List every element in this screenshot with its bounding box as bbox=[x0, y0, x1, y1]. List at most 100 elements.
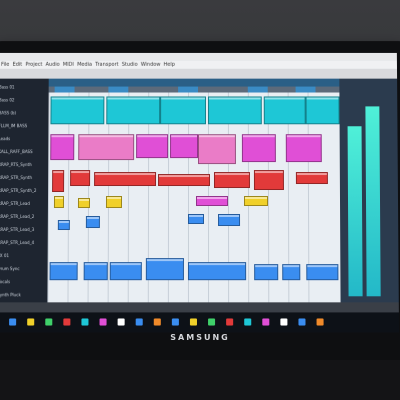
level-meter-left bbox=[347, 126, 363, 297]
taskbar-app-icon[interactable] bbox=[81, 318, 89, 326]
menu-item-transport[interactable]: Transport bbox=[95, 62, 118, 68]
track-name[interactable]: Synth Pluck bbox=[0, 292, 45, 297]
taskbar-app-icon[interactable] bbox=[280, 318, 288, 326]
audio-clip[interactable] bbox=[52, 170, 65, 193]
audio-clip[interactable] bbox=[50, 134, 75, 161]
audio-clip[interactable] bbox=[105, 196, 123, 208]
toolbar bbox=[0, 68, 398, 79]
audio-clip[interactable] bbox=[145, 258, 184, 281]
transport-bar bbox=[0, 302, 399, 313]
menu-item-media[interactable]: Media bbox=[77, 62, 92, 68]
track-name[interactable]: Drum Sync bbox=[0, 266, 46, 271]
track-name[interactable]: RRAP_STR_Lead bbox=[0, 201, 46, 206]
arrangement-area[interactable] bbox=[47, 92, 341, 303]
track-name[interactable]: RRAP_STR_Lead_4 bbox=[0, 240, 46, 245]
taskbar-app-icon[interactable] bbox=[135, 318, 143, 326]
audio-clip[interactable] bbox=[253, 170, 284, 191]
audio-clip[interactable] bbox=[213, 172, 250, 189]
clip-header bbox=[55, 197, 64, 200]
taskbar-app-icon[interactable] bbox=[262, 318, 270, 326]
taskbar-app-icon[interactable] bbox=[9, 318, 17, 326]
audio-clip[interactable] bbox=[85, 216, 100, 229]
audio-clip[interactable] bbox=[282, 264, 301, 281]
clip-header bbox=[283, 265, 300, 268]
audio-clip[interactable] bbox=[187, 262, 247, 281]
audio-clip[interactable] bbox=[195, 196, 229, 206]
clip-header bbox=[146, 259, 183, 262]
audio-clip[interactable] bbox=[241, 134, 276, 163]
clip-header bbox=[244, 197, 267, 200]
track-name[interactable]: FX 01 bbox=[0, 253, 46, 258]
track-name[interactable]: Leads bbox=[0, 136, 46, 141]
audio-clip[interactable] bbox=[160, 96, 206, 125]
audio-clip[interactable] bbox=[198, 134, 236, 165]
menu-item-window[interactable]: Window bbox=[141, 62, 161, 68]
audio-clip[interactable] bbox=[207, 96, 262, 125]
taskbar-app-icon[interactable] bbox=[153, 318, 161, 326]
audio-clip[interactable] bbox=[295, 172, 328, 185]
audio-clip[interactable] bbox=[158, 174, 210, 187]
taskbar-app-icon[interactable] bbox=[45, 318, 53, 326]
audio-clip[interactable] bbox=[263, 96, 306, 125]
audio-clip[interactable] bbox=[50, 96, 105, 125]
monitor: File Edit Project Audio MIDI Media Trans… bbox=[0, 41, 400, 361]
clip-header bbox=[264, 97, 305, 100]
menu-item-file[interactable]: File bbox=[1, 62, 9, 68]
clip-header bbox=[255, 265, 278, 268]
desk bbox=[0, 360, 400, 400]
audio-clip[interactable] bbox=[94, 172, 157, 187]
track-name[interactable]: Bass 02 bbox=[0, 97, 47, 102]
track-name[interactable]: RRAP_STR_Synth_2 bbox=[0, 188, 46, 193]
menu-item-edit[interactable]: Edit bbox=[13, 62, 23, 68]
taskbar-app-icon[interactable] bbox=[171, 318, 179, 326]
track-name[interactable]: RRAP_STR_Lead_2 bbox=[0, 214, 46, 219]
taskbar-app-icon[interactable] bbox=[117, 318, 125, 326]
audio-clip[interactable] bbox=[218, 213, 241, 227]
clip-header bbox=[307, 265, 338, 268]
audio-clip[interactable] bbox=[57, 220, 70, 231]
audio-clip[interactable] bbox=[83, 262, 108, 281]
taskbar-app-icon[interactable] bbox=[298, 318, 306, 326]
audio-clip[interactable] bbox=[187, 213, 205, 225]
audio-clip[interactable] bbox=[49, 262, 78, 281]
menu-item-help[interactable]: Help bbox=[164, 62, 175, 68]
taskbar-app-icon[interactable] bbox=[316, 318, 324, 326]
audio-clip[interactable] bbox=[70, 170, 91, 187]
taskbar-app-icon[interactable] bbox=[99, 318, 107, 326]
audio-clip[interactable] bbox=[170, 134, 199, 159]
track-name[interactable]: KALL_RAFF_BASS bbox=[0, 149, 46, 154]
clip-header bbox=[159, 175, 209, 178]
audio-clip[interactable] bbox=[77, 198, 91, 208]
audio-clip[interactable] bbox=[305, 96, 340, 125]
audio-clip[interactable] bbox=[243, 196, 269, 206]
audio-clip[interactable] bbox=[254, 264, 279, 281]
track-name[interactable]: RRAP_STR_Synth bbox=[0, 175, 46, 180]
taskbar-app-icon[interactable] bbox=[226, 318, 234, 326]
taskbar-app-icon[interactable] bbox=[244, 318, 252, 326]
taskbar-app-icon[interactable] bbox=[63, 318, 71, 326]
track-name[interactable]: FLLM_IM BASS bbox=[0, 123, 46, 128]
track-name[interactable]: Vocals bbox=[0, 279, 46, 284]
window-titlebar bbox=[0, 52, 397, 61]
audio-clip[interactable] bbox=[136, 134, 169, 159]
taskbar-app-icon[interactable] bbox=[27, 318, 35, 326]
audio-clip[interactable] bbox=[306, 264, 339, 281]
menu-item-audio[interactable]: Audio bbox=[46, 62, 60, 68]
timeline-ruler[interactable] bbox=[48, 78, 340, 87]
taskbar-app-icon[interactable] bbox=[189, 318, 197, 326]
audio-clip[interactable] bbox=[285, 134, 322, 163]
audio-clip[interactable] bbox=[53, 196, 65, 208]
track-name[interactable]: Bass 01 bbox=[0, 85, 47, 90]
taskbar-app-icon[interactable] bbox=[208, 318, 216, 326]
track-name[interactable]: RRAP_STR_Lead_3 bbox=[0, 227, 46, 232]
menu-item-midi[interactable]: MIDI bbox=[63, 62, 74, 68]
clip-header bbox=[95, 173, 156, 176]
audio-clip[interactable] bbox=[106, 96, 161, 125]
audio-clip[interactable] bbox=[109, 262, 142, 281]
menu-item-studio[interactable]: Studio bbox=[122, 62, 138, 68]
clip-header bbox=[286, 135, 321, 138]
menu-item-project[interactable]: Project bbox=[25, 62, 42, 68]
audio-clip[interactable] bbox=[78, 134, 135, 161]
track-name[interactable]: BASS (b) bbox=[0, 110, 47, 115]
track-name[interactable]: RRAP_RTS_Synth bbox=[0, 162, 46, 167]
